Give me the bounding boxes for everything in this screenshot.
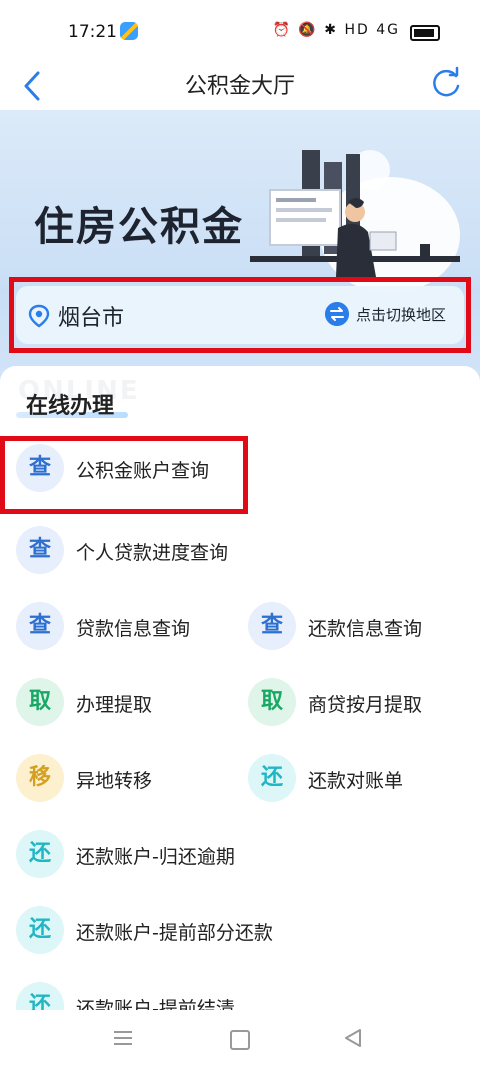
service-label: 办理提取 bbox=[76, 694, 153, 716]
withdraw-icon: 取 bbox=[16, 678, 64, 726]
status-icons: ⏰ 🔕 ✱ HD 4G bbox=[272, 22, 400, 38]
service-label: 还款账户-提前部分还款 bbox=[76, 922, 273, 944]
refresh-icon[interactable] bbox=[428, 66, 464, 102]
withdraw-icon: 取 bbox=[248, 678, 296, 726]
service-label: 个人贷款进度查询 bbox=[76, 542, 229, 564]
banner-title: 住房公积金 bbox=[34, 204, 244, 250]
status-bar: 17:21 ⏰ 🔕 ✱ HD 4G bbox=[0, 0, 480, 62]
nav-bar: 公积金大厅 bbox=[0, 62, 480, 110]
service-label: 还款信息查询 bbox=[308, 618, 423, 640]
service-item-repay-statement[interactable]: 还 还款对账单 bbox=[248, 754, 468, 810]
service-item-withdraw[interactable]: 取 办理提取 bbox=[16, 678, 236, 734]
query-icon: 查 bbox=[248, 602, 296, 650]
service-label: 商贷按月提取 bbox=[308, 694, 423, 716]
system-nav-bar bbox=[0, 1010, 480, 1068]
page-title: 公积金大厅 bbox=[184, 74, 295, 99]
service-item-partial-prepay[interactable]: 还 还款账户-提前部分还款 bbox=[16, 906, 336, 962]
service-item-loan-progress[interactable]: 查 个人贷款进度查询 bbox=[16, 526, 316, 582]
repay-icon: 还 bbox=[248, 754, 296, 802]
highlight-box bbox=[9, 277, 471, 353]
service-item-transfer[interactable]: 移 异地转移 bbox=[16, 754, 236, 810]
system-back-icon[interactable] bbox=[344, 1028, 362, 1048]
service-label: 贷款信息查询 bbox=[76, 618, 191, 640]
repay-icon: 还 bbox=[16, 830, 64, 878]
service-item-repay-overdue[interactable]: 还 还款账户-归还逾期 bbox=[16, 830, 316, 886]
banner: 住房公积金 烟台市 点击切换地区 bbox=[0, 110, 480, 410]
repay-icon: 还 bbox=[16, 906, 64, 954]
service-item-repay-info[interactable]: 查 还款信息查询 bbox=[248, 602, 468, 658]
service-label: 还款对账单 bbox=[308, 770, 404, 792]
query-icon: 查 bbox=[16, 602, 64, 650]
transfer-icon: 移 bbox=[16, 754, 64, 802]
highlight-box bbox=[0, 436, 248, 514]
status-time: 17:21 bbox=[68, 22, 117, 42]
query-icon: 查 bbox=[16, 526, 64, 574]
service-item-monthly-withdraw[interactable]: 取 商贷按月提取 bbox=[248, 678, 468, 734]
battery-icon bbox=[410, 25, 440, 41]
service-item-loan-info[interactable]: 查 贷款信息查询 bbox=[16, 602, 236, 658]
service-label: 异地转移 bbox=[76, 770, 153, 792]
app-notification-icon bbox=[120, 22, 138, 40]
section-title: 在线办理 bbox=[26, 394, 115, 419]
service-label: 还款账户-归还逾期 bbox=[76, 846, 235, 868]
menu-icon[interactable] bbox=[114, 1030, 132, 1046]
home-icon[interactable] bbox=[230, 1030, 250, 1050]
